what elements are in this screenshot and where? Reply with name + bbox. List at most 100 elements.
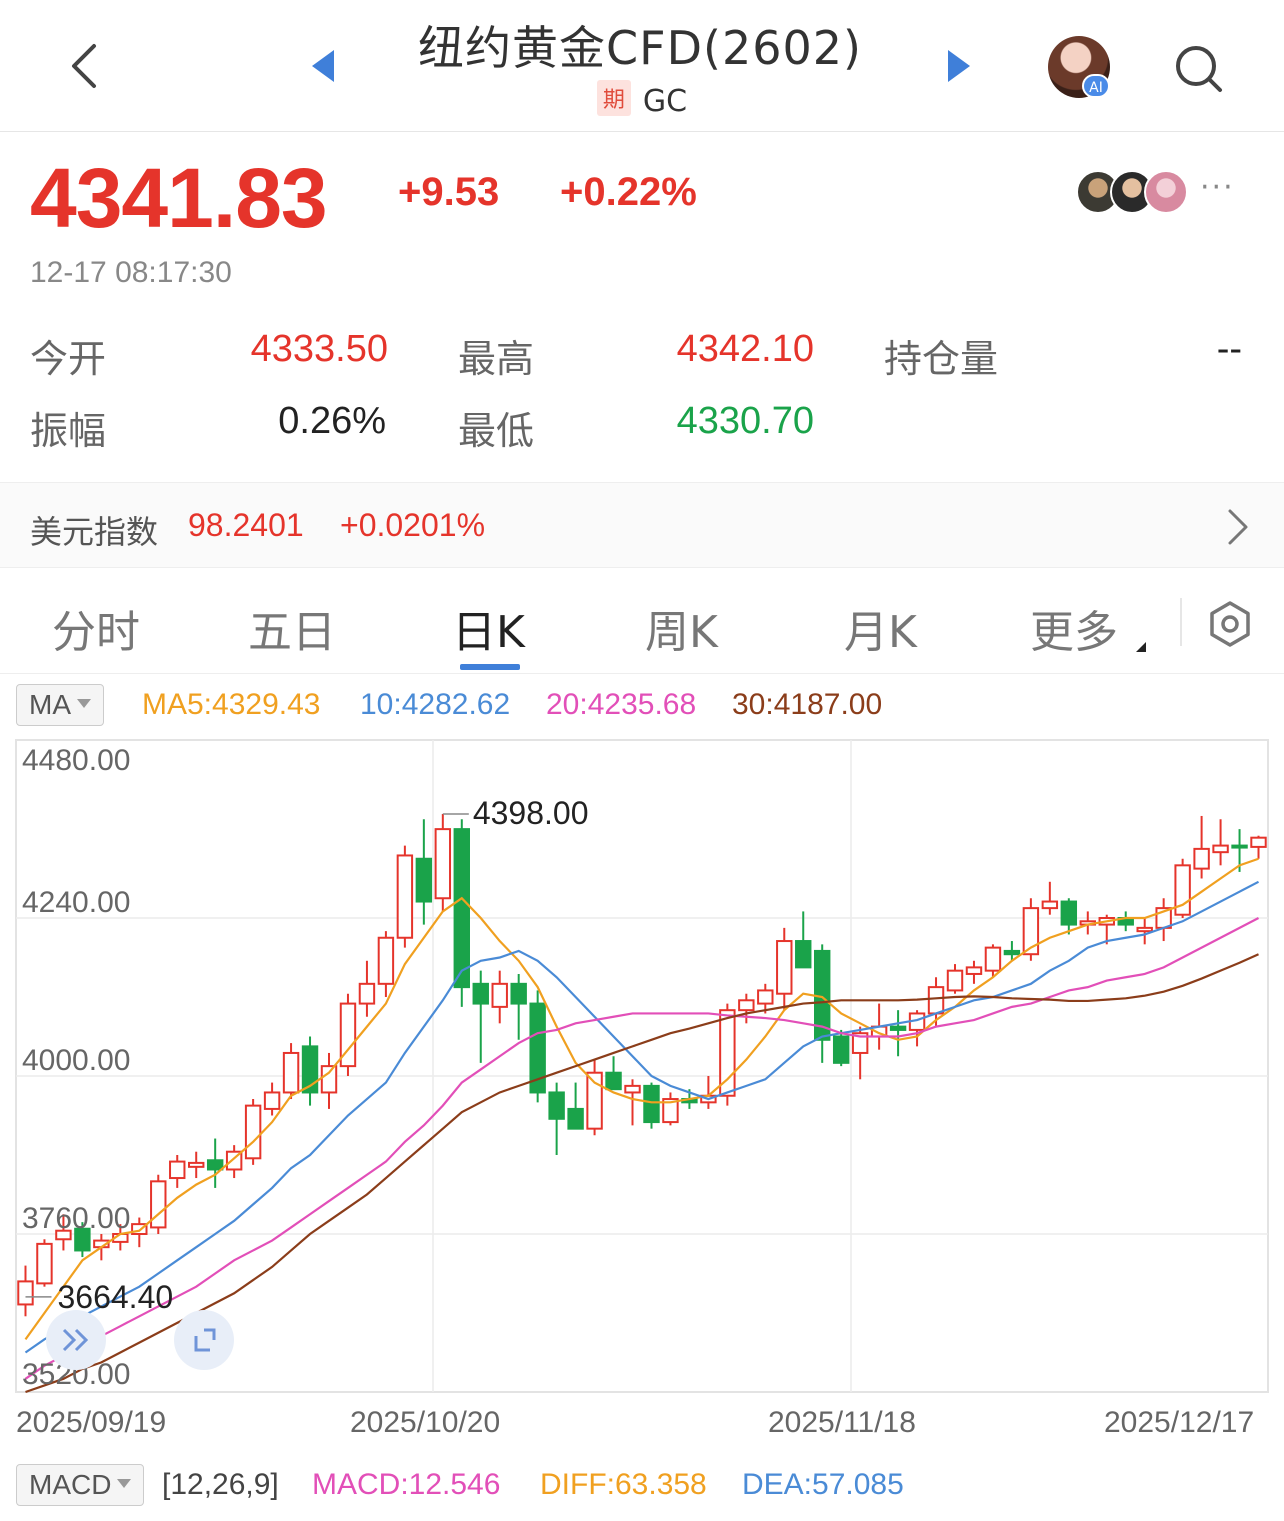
candle xyxy=(643,1082,660,1129)
indicator-select-label: MA xyxy=(29,689,71,720)
min-price-label: 3664.40 xyxy=(57,1279,173,1315)
nav-header: 纽约黄金CFD(2602) 期 GC AI xyxy=(0,0,1284,132)
candle-body xyxy=(927,986,945,1015)
candle-body xyxy=(1193,847,1210,870)
candle-body xyxy=(206,1159,224,1171)
instrument-code: GC xyxy=(642,84,688,119)
candle-body xyxy=(1250,836,1267,848)
candle xyxy=(1155,898,1172,942)
indicator-select[interactable]: MA xyxy=(16,684,104,726)
futures-badge: 期 xyxy=(596,80,631,116)
candle-body xyxy=(169,1160,186,1180)
divider xyxy=(1180,598,1182,646)
more-icon[interactable]: ··· xyxy=(1200,170,1235,205)
tab-five-day[interactable]: 五日 xyxy=(248,596,336,660)
usd-index-change: +0.0201% xyxy=(340,507,486,543)
candle-body xyxy=(965,966,983,975)
settings-icon[interactable] xyxy=(1206,600,1254,648)
candle xyxy=(510,973,527,1040)
tab-monthly-k[interactable]: 月K xyxy=(844,596,917,660)
candle xyxy=(263,1082,281,1116)
low-value: 4330.70 xyxy=(676,400,814,442)
candle xyxy=(965,960,983,984)
candle xyxy=(396,845,414,948)
tab-more[interactable]: 更多 xyxy=(1030,596,1118,660)
low-label: 最低 xyxy=(458,409,535,453)
user-avatar xyxy=(1144,170,1188,214)
instrument-title: 纽约黄金CFD(2602) xyxy=(418,21,862,75)
candle-body xyxy=(453,828,470,989)
candle xyxy=(282,1043,300,1100)
candle-body xyxy=(36,1242,53,1285)
search-icon[interactable] xyxy=(1170,40,1226,96)
candle xyxy=(1174,858,1191,918)
macd-select-label: MACD xyxy=(29,1469,112,1500)
candlestick-chart[interactable]: 4480.004240.004000.003760.003520.004398.… xyxy=(0,730,1284,1450)
candle-body xyxy=(1041,900,1059,910)
active-tab-indicator xyxy=(460,664,520,670)
candle xyxy=(1117,911,1134,932)
candle xyxy=(17,1265,34,1317)
period-tabs: 分时 五日 日K 周K 月K 更多 xyxy=(0,570,1284,674)
candle-body xyxy=(320,1065,338,1094)
candle-body xyxy=(738,999,755,1012)
next-instrument-icon[interactable] xyxy=(948,50,970,82)
diff-value: DIFF:63.358 xyxy=(540,1468,707,1501)
candle xyxy=(662,1092,679,1126)
candle xyxy=(377,931,395,997)
candle-body xyxy=(1003,949,1021,956)
usd-index-label: 美元指数 xyxy=(30,513,159,551)
x-tick-label: 2025/10/20 xyxy=(350,1406,500,1439)
candle xyxy=(169,1155,186,1188)
candle-body xyxy=(1060,900,1078,926)
candle-body xyxy=(472,982,489,1005)
candle-body xyxy=(605,1071,622,1091)
community-avatars[interactable] xyxy=(1076,170,1196,214)
candle-body xyxy=(624,1084,641,1094)
candle xyxy=(908,1010,926,1047)
y-tick-label: 4480.00 xyxy=(22,744,130,777)
candle-body xyxy=(548,1091,565,1120)
candle xyxy=(776,927,793,1011)
candle xyxy=(150,1174,167,1234)
prev-instrument-icon[interactable] xyxy=(312,50,334,82)
ma10-line xyxy=(24,880,1260,1354)
ma20-line xyxy=(24,917,1260,1380)
candle xyxy=(36,1239,53,1287)
open-label: 今开 xyxy=(30,337,107,381)
dropdown-icon xyxy=(117,1479,132,1488)
tab-intraday[interactable]: 分时 xyxy=(52,596,140,660)
last-price: 4341.83 xyxy=(30,151,328,245)
tab-weekly-k[interactable]: 周K xyxy=(645,596,718,660)
candle-body xyxy=(984,946,1002,972)
ma-legend: MA MA5:4329.43 10:4282.62 20:4235.68 30:… xyxy=(0,680,1284,730)
candle-body xyxy=(1231,844,1248,849)
usd-index-row[interactable]: 美元指数 98.2401 +0.0201% xyxy=(0,482,1284,568)
candle xyxy=(548,1082,565,1155)
price-change: +9.53 xyxy=(398,170,500,214)
expand-left-button[interactable] xyxy=(46,1310,106,1370)
candle xyxy=(206,1138,224,1188)
candle xyxy=(301,1036,319,1106)
candle xyxy=(415,819,433,925)
fullscreen-button-bg xyxy=(174,1310,234,1370)
tab-daily-k[interactable]: 日K xyxy=(452,596,525,660)
candle xyxy=(244,1099,262,1165)
candle xyxy=(339,993,357,1076)
candle xyxy=(795,911,812,969)
candle-body xyxy=(244,1104,262,1160)
candle-body xyxy=(150,1180,167,1229)
candle-body xyxy=(946,969,964,992)
x-tick-label: 2025/11/18 xyxy=(768,1406,916,1439)
fullscreen-button[interactable] xyxy=(174,1310,234,1370)
candle-body xyxy=(396,854,414,939)
candle xyxy=(605,1056,622,1091)
macd-select[interactable]: MACD xyxy=(16,1464,145,1506)
candle xyxy=(1212,819,1229,866)
candle-body xyxy=(510,982,527,1005)
candle-body xyxy=(491,982,508,1008)
quote-time: 12-17 08:17:30 xyxy=(30,256,232,289)
x-tick-label: 2025/09/19 xyxy=(16,1406,166,1439)
more-dropdown-icon xyxy=(1136,642,1146,652)
price-change-percent: +0.22% xyxy=(560,170,697,214)
